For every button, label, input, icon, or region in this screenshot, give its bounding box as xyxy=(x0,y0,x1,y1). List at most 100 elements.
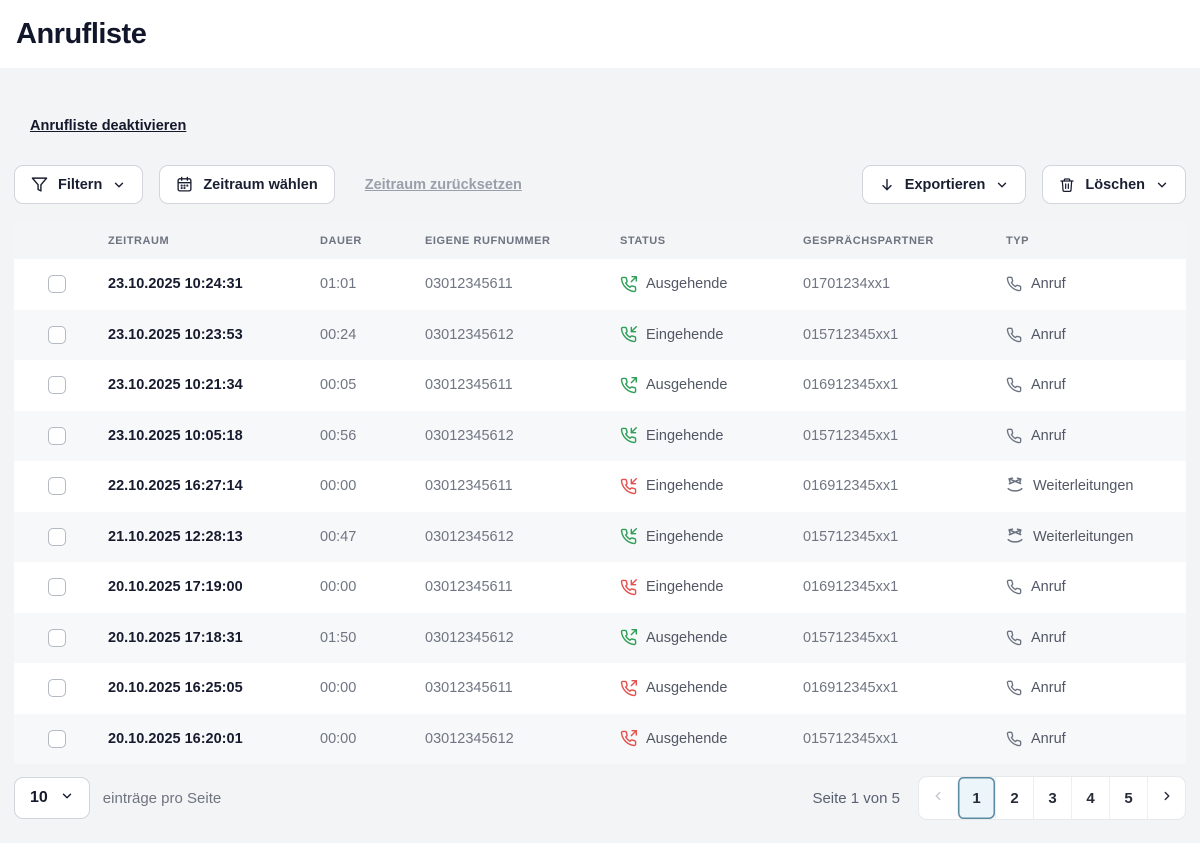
phone-forwarded-icon xyxy=(1006,528,1024,546)
row-dauer: 01:50 xyxy=(320,630,425,646)
status-cell: Ausgehende xyxy=(620,276,803,293)
phone-incoming-icon xyxy=(620,528,637,545)
page-button-2[interactable]: 2 xyxy=(995,777,1033,819)
phone-outgoing-icon xyxy=(620,730,637,747)
page-button-1[interactable]: 1 xyxy=(957,777,995,819)
status-cell: Ausgehende xyxy=(620,629,803,646)
delete-button-label: Löschen xyxy=(1085,177,1145,193)
page-button-3[interactable]: 3 xyxy=(1033,777,1071,819)
page-button-4[interactable]: 4 xyxy=(1071,777,1109,819)
phone-icon xyxy=(1006,276,1022,292)
row-dauer: 00:05 xyxy=(320,377,425,393)
column-header-status: STATUS xyxy=(620,235,803,247)
row-checkbox-cell xyxy=(14,679,108,697)
next-page-button[interactable] xyxy=(1147,777,1185,819)
table-footer: 10 einträge pro Seite Seite 1 von 5 1 2 … xyxy=(14,776,1186,820)
row-checkbox-cell xyxy=(14,275,108,293)
typ-label: Anruf xyxy=(1031,276,1066,292)
row-checkbox-cell xyxy=(14,528,108,546)
deactivate-call-list-link[interactable]: Anrufliste deaktivieren xyxy=(30,118,186,134)
row-checkbox[interactable] xyxy=(48,326,66,344)
export-button-label: Exportieren xyxy=(905,177,986,193)
row-checkbox[interactable] xyxy=(48,578,66,596)
row-eigene-rufnummer: 03012345611 xyxy=(425,478,620,494)
phone-incoming-icon xyxy=(620,427,637,444)
status-cell: Ausgehende xyxy=(620,680,803,697)
previous-page-button[interactable] xyxy=(919,777,957,819)
export-button[interactable]: Exportieren xyxy=(862,165,1027,204)
status-cell: Eingehende xyxy=(620,478,803,495)
page-button-5[interactable]: 5 xyxy=(1109,777,1147,819)
phone-icon xyxy=(1006,630,1022,646)
column-header-zeitraum: ZEITRAUM xyxy=(108,235,320,247)
table-row: 20.10.2025 17:19:00 00:00 03012345611 Ei… xyxy=(14,562,1186,613)
row-checkbox[interactable] xyxy=(48,679,66,697)
row-zeitraum: 20.10.2025 17:18:31 xyxy=(108,630,320,646)
phone-icon xyxy=(1006,680,1022,696)
date-range-button-label: Zeitraum wählen xyxy=(203,177,317,193)
typ-label: Anruf xyxy=(1031,428,1066,444)
row-eigene-rufnummer: 03012345612 xyxy=(425,529,620,545)
funnel-icon xyxy=(31,176,48,193)
row-checkbox[interactable] xyxy=(48,477,66,495)
row-gespraechspartner: 015712345xx1 xyxy=(803,731,1006,747)
status-cell: Eingehende xyxy=(620,528,803,545)
phone-icon xyxy=(1006,731,1022,747)
table-row: 20.10.2025 16:25:05 00:00 03012345611 Au… xyxy=(14,663,1186,714)
chevron-down-icon xyxy=(60,789,74,808)
trash-icon xyxy=(1059,177,1075,193)
table-row: 20.10.2025 16:20:01 00:00 03012345612 Au… xyxy=(14,714,1186,765)
toolbar-right: Exportieren Löschen xyxy=(862,165,1186,204)
phone-icon xyxy=(1006,377,1022,393)
typ-label: Anruf xyxy=(1031,630,1066,646)
row-dauer: 00:56 xyxy=(320,428,425,444)
typ-label: Anruf xyxy=(1031,731,1066,747)
row-checkbox-cell xyxy=(14,376,108,394)
chevron-down-icon xyxy=(995,178,1009,192)
row-checkbox-cell xyxy=(14,477,108,495)
row-checkbox[interactable] xyxy=(48,629,66,647)
row-gespraechspartner: 016912345xx1 xyxy=(803,680,1006,696)
reset-date-range-link[interactable]: Zeitraum zurücksetzen xyxy=(365,177,522,193)
table-row: 23.10.2025 10:23:53 00:24 03012345612 Ei… xyxy=(14,310,1186,361)
phone-icon xyxy=(1006,327,1022,343)
row-checkbox[interactable] xyxy=(48,376,66,394)
typ-cell: Anruf xyxy=(1006,731,1186,747)
phone-incoming-icon xyxy=(620,579,637,596)
filter-button[interactable]: Filtern xyxy=(14,165,143,204)
table-header-row: ZEITRAUM DAUER EIGENE RUFNUMMER STATUS G… xyxy=(14,222,1186,259)
row-gespraechspartner: 015712345xx1 xyxy=(803,428,1006,444)
phone-outgoing-icon xyxy=(620,276,637,293)
row-gespraechspartner: 015712345xx1 xyxy=(803,630,1006,646)
chevron-left-icon xyxy=(931,789,945,807)
row-eigene-rufnummer: 03012345612 xyxy=(425,731,620,747)
page-size-select[interactable]: 10 xyxy=(14,777,90,819)
row-dauer: 00:00 xyxy=(320,680,425,696)
phone-outgoing-icon xyxy=(620,680,637,697)
status-label: Eingehende xyxy=(646,529,723,545)
row-checkbox-cell xyxy=(14,629,108,647)
typ-cell: Anruf xyxy=(1006,630,1186,646)
status-label: Ausgehende xyxy=(646,377,727,393)
table-row: 23.10.2025 10:21:34 00:05 03012345611 Au… xyxy=(14,360,1186,411)
calendar-icon xyxy=(176,176,193,193)
row-checkbox-cell xyxy=(14,326,108,344)
phone-incoming-icon xyxy=(620,478,637,495)
typ-cell: Anruf xyxy=(1006,377,1186,393)
table-row: 23.10.2025 10:05:18 00:56 03012345612 Ei… xyxy=(14,411,1186,462)
row-zeitraum: 23.10.2025 10:21:34 xyxy=(108,377,320,393)
date-range-button[interactable]: Zeitraum wählen xyxy=(159,165,334,204)
page-size-label: einträge pro Seite xyxy=(103,790,221,807)
row-gespraechspartner: 016912345xx1 xyxy=(803,579,1006,595)
row-eigene-rufnummer: 03012345611 xyxy=(425,377,620,393)
column-header-dauer: DAUER xyxy=(320,235,425,247)
row-checkbox[interactable] xyxy=(48,275,66,293)
phone-forwarded-icon xyxy=(1006,477,1024,495)
row-checkbox[interactable] xyxy=(48,730,66,748)
table-row: 22.10.2025 16:27:14 00:00 03012345611 Ei… xyxy=(14,461,1186,512)
row-gespraechspartner: 016912345xx1 xyxy=(803,478,1006,494)
delete-button[interactable]: Löschen xyxy=(1042,165,1186,204)
row-checkbox[interactable] xyxy=(48,528,66,546)
row-dauer: 01:01 xyxy=(320,276,425,292)
row-checkbox[interactable] xyxy=(48,427,66,445)
